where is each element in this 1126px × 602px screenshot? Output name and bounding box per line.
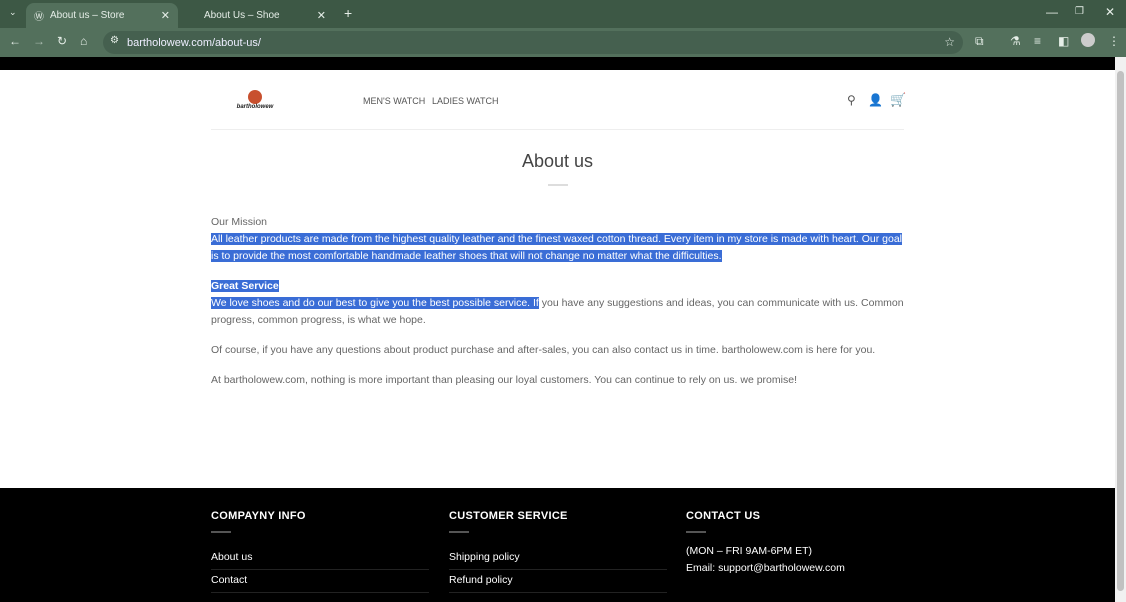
footer-link-shipping[interactable]: Shipping policy [449,547,667,570]
header-divider [211,129,904,130]
address-bar[interactable]: ⚙ bartholowew.com/about-us/ ☆ [103,31,963,54]
restore-icon[interactable]: ❐ [1075,6,1084,17]
footer-company: COMPAYNY INFO About us Contact [211,510,429,593]
back-icon[interactable]: ← [9,34,21,48]
toolbar: ← → ↻ ⌂ ⚙ bartholowew.com/about-us/☆ ⧉ ⚗ … [0,28,1126,57]
forward-icon[interactable]: → [33,34,45,48]
contact-email[interactable]: Email: support@bartholowew.com [686,560,904,577]
tab-store[interactable]: Ⓦ About us – Store ✕ [26,3,178,28]
tab-bar: ⌄ Ⓦ About us – Store ✕ About Us – Shoe ✕ + … [0,0,1126,28]
mission-text: All leather products are made from the h… [211,233,903,262]
close-window-icon[interactable]: ✕ [1105,5,1115,19]
minimize-icon[interactable]: — [1046,5,1058,19]
top-bar [0,57,1115,70]
footer: COMPAYNY INFO About us Contact CUSTOMER SE… [0,488,1115,602]
footer-service: CUSTOMER SERVICE Shipping policy Refund po… [449,510,667,593]
tab-search-icon[interactable]: ⌄ [9,7,17,18]
nav-mens-watch[interactable]: MEN'S WATCH [363,96,425,106]
new-tab-icon[interactable]: + [344,5,352,21]
title-divider [548,184,568,186]
labs-icon[interactable]: ⚗ [1010,34,1021,48]
search-icon[interactable]: ⚲ [847,93,856,107]
page-title: About us [521,151,594,171]
tab-title: About Us – Shoe [204,10,280,21]
menu-icon[interactable]: ⋮ [1108,34,1120,48]
home-icon[interactable]: ⌂ [80,34,87,48]
contact-hours: (MON – FRI 9AM-6PM ET) [686,545,813,557]
footer-link-refund[interactable]: Refund policy [449,570,667,593]
logo-mark-icon [248,90,262,104]
tab-shoe[interactable]: About Us – Shoe ✕ [182,3,334,28]
logo[interactable]: bartholowew [230,90,280,110]
profile-avatar[interactable] [1081,33,1095,47]
close-icon[interactable]: ✕ [317,9,326,22]
scrollbar-thumb[interactable] [1117,71,1124,591]
bookmark-star-icon[interactable]: ☆ [944,35,955,49]
footer-heading: COMPAYNY INFO [211,510,306,522]
wordpress-icon: Ⓦ [34,12,44,23]
scrollbar[interactable] [1115,57,1126,602]
url-text: bartholowew.com/about-us/ [127,36,261,49]
promise-paragraph: At bartholowew.com, nothing is more impo… [211,374,797,386]
tab-title: About us – Store [50,10,125,21]
service-text-selected: We love shoes and do our best to give yo… [211,297,539,309]
mission-heading: Our Mission [211,216,268,228]
site-info-icon[interactable]: ⚙ [110,35,119,46]
reload-icon[interactable]: ↻ [57,34,67,48]
footer-heading: CONTACT US [686,510,761,522]
side-panel-icon[interactable]: ◧ [1058,34,1069,48]
footer-heading: CUSTOMER SERVICE [449,510,568,522]
footer-contact: CONTACT US (MON – FRI 9AM-6PM ET) Email: s… [686,510,904,577]
nav-ladies-watch[interactable]: LADIES WATCH [432,96,499,106]
footer-link-about[interactable]: About us [211,547,429,570]
reading-list-icon[interactable]: ≡ [1034,34,1041,48]
support-paragraph: Of course, if you have any questions abo… [211,344,876,356]
cart-icon[interactable]: 🛒 [890,92,906,108]
footer-link-contact[interactable]: Contact [211,570,429,593]
extensions-icon[interactable]: ⧉ [975,34,984,49]
account-icon[interactable]: 👤 [868,93,883,107]
logo-text: bartholowew [236,104,274,110]
page: bartholowew MEN'S WATCH LADIES WATCH ⚲ 👤… [0,70,1115,602]
content: Our Mission All leather products are made… [211,214,904,402]
close-icon[interactable]: ✕ [161,9,170,22]
service-heading: Great Service [211,280,279,292]
